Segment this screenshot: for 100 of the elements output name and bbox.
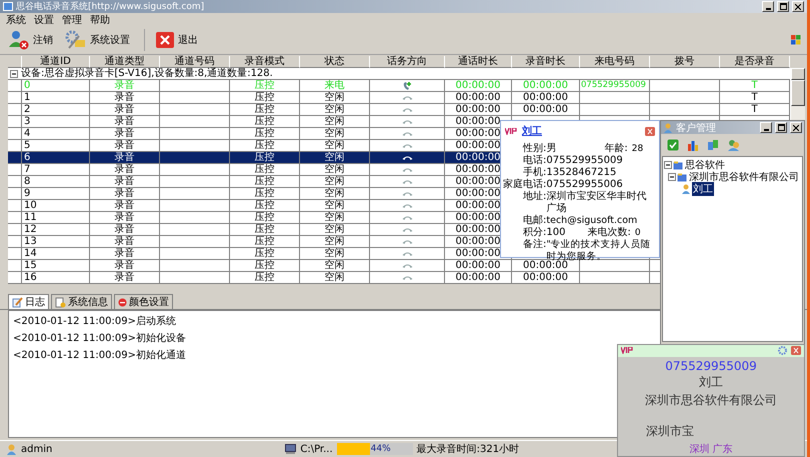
- field-label: 家庭电话:: [503, 179, 546, 190]
- table-cell: 压控: [254, 236, 274, 247]
- table-cell: 压控: [254, 152, 274, 163]
- column-header[interactable]: 通话时长: [445, 56, 512, 68]
- field-label: 电邮:: [522, 215, 546, 227]
- table-cell: 15: [24, 260, 37, 271]
- field-label: 年龄:: [604, 143, 628, 155]
- table-cell: 00:00:00: [523, 92, 568, 103]
- table-cell: 00:00:00: [456, 176, 500, 187]
- table-cell: 11: [24, 212, 37, 223]
- menu-item[interactable]: 帮助: [90, 12, 110, 26]
- table-cell: 14: [24, 248, 37, 259]
- caller-address: 深圳市宝: [646, 423, 694, 440]
- max-recording-time: 最大录音时间:321小时: [416, 442, 520, 456]
- column-header[interactable]: 通道ID: [22, 56, 90, 68]
- field-value: 男: [546, 143, 556, 155]
- table-cell: 00:00:00: [456, 224, 500, 235]
- user-name: admin: [21, 444, 52, 454]
- table-cell: 压控: [254, 176, 274, 187]
- toolbar-button[interactable]: 退出: [153, 29, 200, 51]
- menu-item[interactable]: 设置: [34, 12, 54, 26]
- table-cell: 压控: [254, 260, 274, 271]
- field-value: 28: [632, 143, 644, 155]
- tree-item[interactable]: 刘工: [692, 182, 714, 196]
- field-value: tech@sigusoft.com: [546, 215, 638, 226]
- table-cell: 00:00:00: [456, 104, 500, 115]
- table-cell: 9: [24, 188, 30, 199]
- table-cell: 00:00:00: [456, 248, 500, 259]
- table-cell: 00:00:00: [456, 260, 500, 271]
- column-header[interactable]: 通道号码: [160, 56, 230, 68]
- field-value: 075529955006: [546, 179, 623, 190]
- tab[interactable]: 颜色设置: [114, 294, 173, 309]
- table-cell: T: [751, 80, 758, 91]
- table-cell: 00:00:00: [523, 272, 568, 283]
- table-cell: 00:00:00: [456, 92, 500, 103]
- table-cell: 00:00:00: [523, 104, 568, 115]
- table-cell: 00:00:00: [456, 200, 500, 211]
- table-cell: 压控: [254, 248, 274, 259]
- table-cell: 7: [24, 164, 30, 175]
- table-cell: 00:00:00: [456, 116, 500, 127]
- column-header[interactable]: 录音时长: [512, 56, 580, 68]
- group-label: 设备:思谷虚拟录音卡[S-V16],设备数量:8,通道数量:128.: [21, 68, 273, 80]
- log-line: <2010-01-12 11:00:09>初始化设备: [13, 332, 186, 345]
- column-header[interactable]: 拨号: [650, 56, 720, 68]
- column-header[interactable]: 录音模式: [230, 56, 300, 68]
- field-value: 100: [546, 227, 566, 239]
- field-label: 手机:: [522, 167, 546, 178]
- menu-item[interactable]: 管理: [62, 12, 82, 26]
- table-cell: 压控: [254, 188, 274, 199]
- column-header[interactable]: 话务方向: [370, 56, 445, 68]
- window-title: 思谷电话录音系统[http://www.sigusoft.com]: [16, 0, 204, 13]
- table-cell: 00:00:00: [523, 80, 568, 91]
- table-cell: 压控: [254, 140, 274, 151]
- table-cell: 压控: [254, 200, 274, 211]
- table-cell: 压控: [254, 104, 274, 115]
- table-cell: 压控: [254, 116, 274, 127]
- column-header[interactable]: 是否录音: [720, 56, 790, 68]
- column-header[interactable]: 来电号码: [580, 56, 650, 68]
- table-cell: 0: [24, 80, 30, 91]
- field-value: 0: [634, 227, 641, 239]
- table-cell: 00:00:00: [456, 188, 500, 199]
- column-header[interactable]: 状态: [300, 56, 370, 68]
- table-cell: 13: [24, 236, 37, 247]
- table-cell: 00:00:00: [456, 212, 500, 223]
- table-cell: 00:00:00: [456, 80, 500, 91]
- table-cell: 压控: [254, 128, 274, 139]
- field-label: 电话:: [522, 155, 546, 166]
- table-cell: 00:00:00: [456, 272, 500, 283]
- table-cell: 压控: [254, 164, 274, 175]
- table-cell: 压控: [254, 80, 274, 91]
- table-cell: 00:00:00: [456, 152, 500, 163]
- table-cell: 压控: [254, 272, 274, 283]
- table-cell: 压控: [254, 92, 274, 103]
- table-cell: T: [751, 104, 758, 115]
- tab[interactable]: 系统信息: [51, 294, 112, 309]
- table-cell: 2: [24, 104, 30, 115]
- disk-usage-percent: 44%: [370, 444, 391, 454]
- table-cell: 来电: [324, 80, 344, 91]
- caller-company: 深圳市思谷软件有限公司: [645, 392, 777, 409]
- log-line: <2010-01-12 11:00:09>初始化通道: [13, 348, 186, 362]
- table-cell: 00:00:00: [456, 128, 500, 139]
- menu-item[interactable]: 系统: [6, 12, 26, 26]
- disk-path: C:\Pr...: [300, 444, 333, 454]
- table-cell: 6: [24, 152, 30, 163]
- table-cell: 16: [24, 272, 37, 283]
- toolbar-button[interactable]: 系统设置: [63, 28, 132, 52]
- field-value: 075529955009: [546, 155, 623, 167]
- field-label: 性别:: [522, 143, 546, 154]
- log-line: <2010-01-12 11:00:09>启动系统: [13, 314, 176, 328]
- table-cell: 8: [24, 176, 30, 187]
- toolbar-button[interactable]: 注销: [6, 28, 55, 52]
- table-cell: 3: [24, 116, 30, 127]
- caller-region: 深圳 广东: [689, 442, 733, 456]
- table-cell: 12: [24, 224, 37, 235]
- table-cell: 4: [24, 128, 30, 139]
- table-cell: T: [751, 92, 758, 103]
- caller-name: 刘工: [699, 374, 723, 391]
- column-header[interactable]: 通道类型: [90, 56, 160, 68]
- tab[interactable]: 日志: [8, 294, 49, 309]
- table-cell: 5: [24, 140, 30, 151]
